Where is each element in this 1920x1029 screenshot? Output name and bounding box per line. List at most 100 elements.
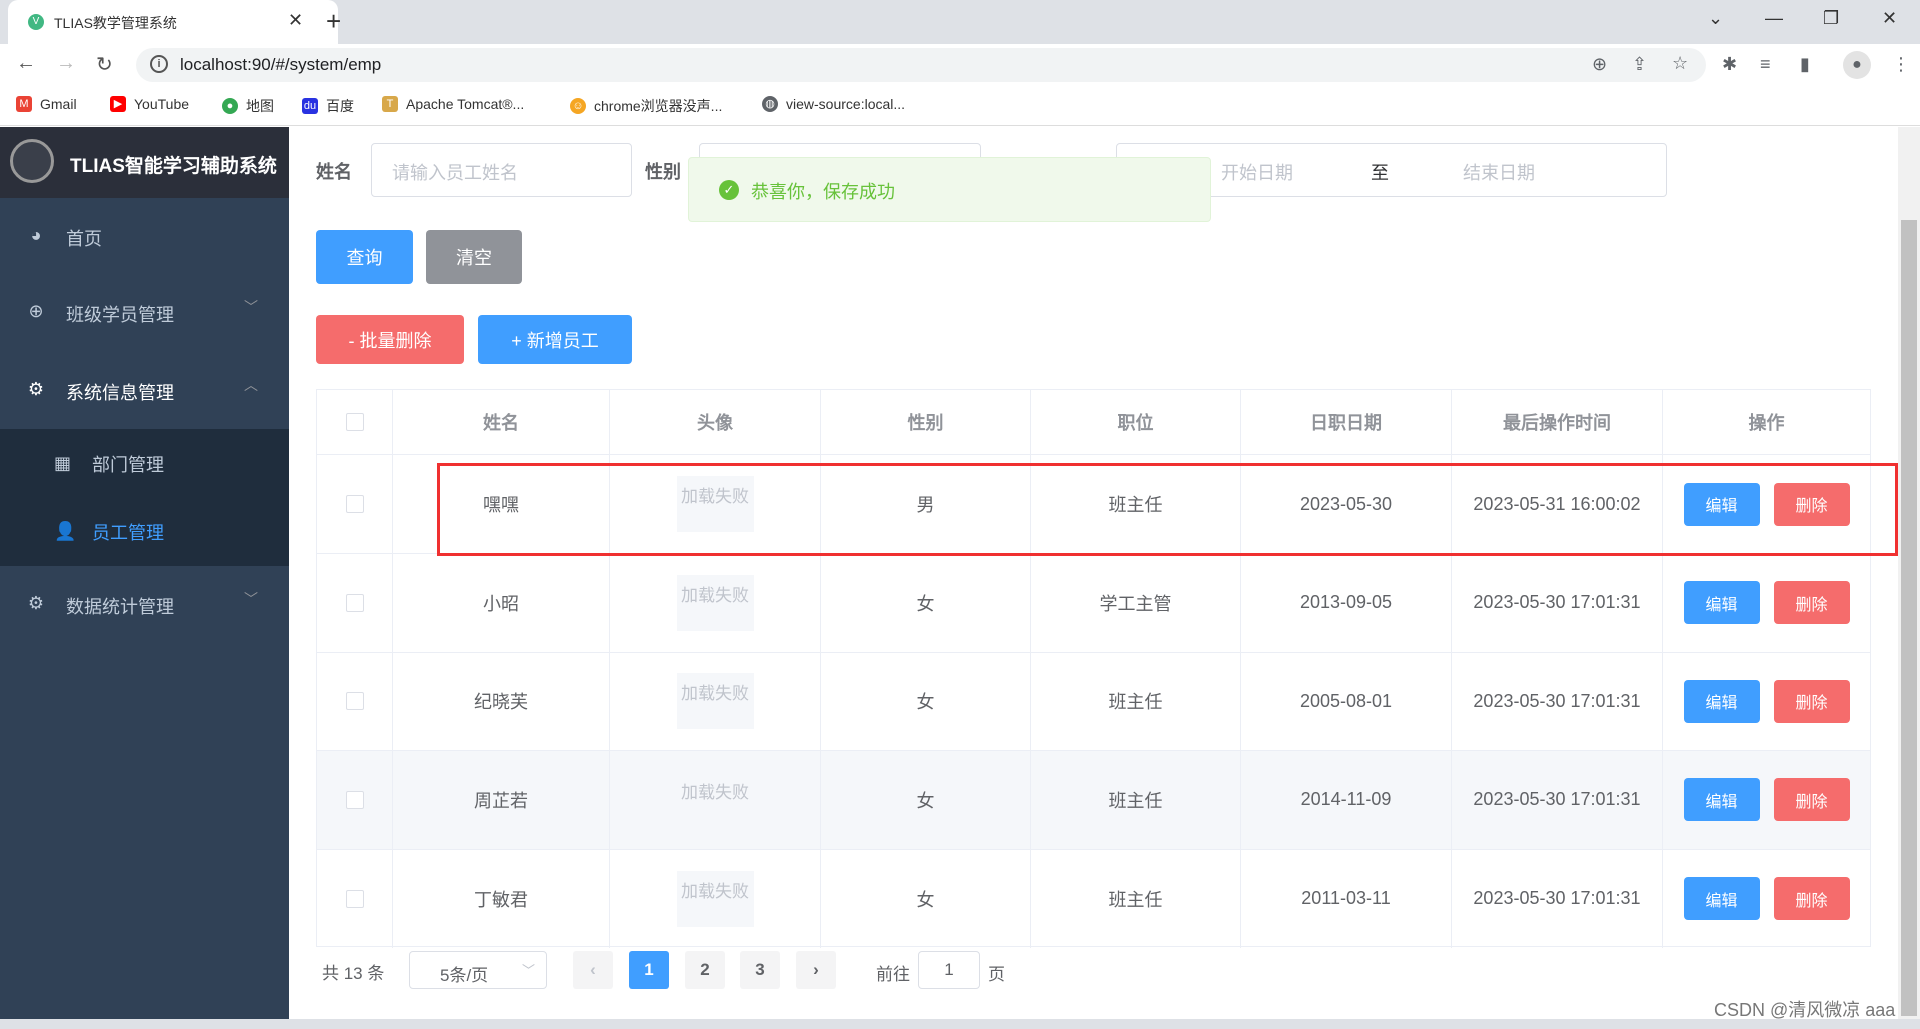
extensions-icon[interactable]: ✱: [1722, 54, 1737, 75]
chevron-up-icon: ︿: [244, 377, 258, 393]
header-cell: 职位: [1031, 390, 1241, 454]
end-date-input[interactable]: 结束日期: [1463, 159, 1535, 185]
page-2-button[interactable]: 2: [685, 951, 725, 989]
chrome-help-icon: ☺: [570, 98, 586, 114]
reload-icon[interactable]: ↻: [96, 52, 113, 77]
bookmark-label: YouTube: [134, 96, 190, 112]
page-3-button[interactable]: 3: [740, 951, 780, 989]
bookmark-youtube[interactable]: ▶ YouTube: [110, 96, 189, 112]
table-row: 小昭 加载失败 女学工主管 2013-09-05 2023-05-30 17:01:31…: [317, 553, 1870, 653]
edit-button[interactable]: 编辑: [1683, 778, 1760, 822]
start-date-input[interactable]: 开始日期: [1221, 159, 1293, 185]
cell-avatar: 加载失败: [610, 750, 821, 849]
youtube-icon: ▶: [110, 96, 126, 112]
row-checkbox[interactable]: [345, 692, 364, 711]
header-cell: 头像: [610, 390, 821, 454]
bookmark-view-source[interactable]: ◍ view-source:local...: [762, 96, 905, 112]
clear-button[interactable]: 清空: [426, 230, 522, 284]
header-cell: 姓名: [393, 390, 610, 454]
total-count: 共 13 条: [322, 964, 385, 983]
close-tab-icon[interactable]: ✕: [288, 10, 303, 31]
maximize-button[interactable]: ❐: [1823, 8, 1839, 29]
highlight-box: [437, 463, 1898, 556]
bookmark-star-icon[interactable]: ☆: [1672, 53, 1688, 74]
back-icon[interactable]: ←: [16, 52, 36, 75]
cell-actions: 编辑 删除: [1663, 751, 1870, 849]
sidebar-item-dept[interactable]: ▦ 部门管理: [0, 429, 289, 497]
delete-button[interactable]: 删除: [1773, 778, 1850, 822]
bookmark-label: 地图: [246, 98, 274, 114]
header-cell: 性别: [821, 390, 1031, 454]
select-all-checkbox[interactable]: [345, 413, 364, 431]
new-tab-button[interactable]: +: [326, 6, 341, 37]
row-checkbox[interactable]: [345, 593, 364, 612]
gender-label: 性别: [645, 162, 681, 182]
sidebar-item-label: 首页: [66, 229, 102, 249]
menu-kebab-icon[interactable]: ⋮: [1892, 54, 1910, 75]
cell-job: 班主任: [1031, 750, 1241, 849]
goto-page-input[interactable]: 1: [918, 951, 980, 989]
cell-job: 学工主管: [1031, 553, 1241, 652]
cell-entry-date: 2005-08-01: [1241, 652, 1452, 751]
delete-button[interactable]: 删除: [1773, 877, 1850, 921]
profile-avatar-icon[interactable]: ●: [1843, 51, 1871, 79]
forward-icon[interactable]: →: [56, 52, 76, 75]
page-size-select[interactable]: 5条/页 ﹀: [409, 951, 547, 989]
toast-message: 恭喜你，保存成功: [751, 182, 895, 202]
cell-actions: 编辑 删除: [1663, 554, 1870, 652]
next-page-button[interactable]: ›: [796, 951, 836, 989]
row-checkbox[interactable]: [345, 790, 364, 809]
chevron-down-icon: ﹀: [244, 299, 258, 315]
sidebar-item-home[interactable]: ◕ 首页: [0, 199, 289, 275]
bookmark-chrome-help[interactable]: ☺ chrome浏览器没声...: [570, 96, 722, 116]
site-info-icon[interactable]: i: [150, 55, 168, 73]
sidebar-item-system[interactable]: ⚙ 系统信息管理 ︿: [0, 353, 289, 429]
side-panel-icon[interactable]: ▮: [1800, 54, 1810, 75]
url-text: localhost:90/#/system/emp: [180, 55, 382, 74]
page-size-value: 5条/页: [440, 966, 489, 985]
logo-text: TLIAS智能学习辅助系统: [70, 156, 277, 177]
name-input[interactable]: 请输入员工姓名: [371, 143, 632, 197]
header-cell: 日职日期: [1241, 390, 1452, 454]
avatar-placeholder: 加载失败: [676, 870, 754, 927]
cell-avatar: 加载失败: [610, 553, 821, 652]
query-button[interactable]: 查询: [316, 230, 413, 284]
media-icon[interactable]: ≡: [1760, 54, 1771, 75]
minimize-button[interactable]: —: [1765, 8, 1783, 29]
zoom-icon[interactable]: ⊕: [1592, 54, 1607, 75]
row-checkbox[interactable]: [345, 889, 364, 908]
close-window-button[interactable]: ✕: [1882, 8, 1897, 29]
edit-button[interactable]: 编辑: [1683, 679, 1760, 723]
add-employee-button[interactable]: + 新增员工: [478, 315, 632, 364]
cell-entry-date: 2011-03-11: [1241, 849, 1452, 949]
page-1-button[interactable]: 1: [629, 951, 669, 989]
sidebar-item-class-student[interactable]: ⊕ 班级学员管理 ﹀: [0, 275, 289, 351]
bookmark-maps[interactable]: ● 地图: [222, 96, 274, 116]
table-row: 周芷若 加载失败 女班主任 2014-11-09 2023-05-30 17:01:31…: [317, 750, 1870, 850]
batch-delete-button[interactable]: - 批量删除: [316, 315, 464, 364]
sidebar-item-stats[interactable]: ⚙ 数据统计管理 ﹀: [0, 567, 289, 643]
scrollbar-thumb[interactable]: [1901, 220, 1917, 1016]
system-submenu: ▦ 部门管理 👤 员工管理: [0, 429, 289, 566]
sidebar-item-emp[interactable]: 👤 员工管理: [0, 497, 289, 565]
edit-button[interactable]: 编辑: [1683, 877, 1760, 921]
cell-name: 丁敏君: [393, 849, 610, 949]
share-icon[interactable]: ⇪: [1632, 54, 1647, 75]
delete-button[interactable]: 删除: [1773, 679, 1850, 723]
delete-button[interactable]: 删除: [1773, 581, 1850, 625]
name-placeholder: 请输入员工姓名: [392, 163, 518, 183]
row-checkbox[interactable]: [345, 495, 364, 513]
edit-button[interactable]: 编辑: [1683, 581, 1760, 625]
cell-actions: 编辑 删除: [1663, 849, 1870, 948]
checkbox-cell: [317, 553, 393, 652]
prev-page-button[interactable]: ‹: [573, 951, 613, 989]
bookmarks-bar: [0, 86, 1920, 126]
bookmark-gmail[interactable]: M Gmail: [16, 96, 77, 112]
avatar-placeholder: 加载失败: [676, 574, 754, 631]
bookmark-tomcat[interactable]: T Apache Tomcat®...: [382, 96, 524, 112]
bookmark-baidu[interactable]: du 百度: [302, 96, 354, 116]
browser-tab[interactable]: V TLIAS教学管理系统 ✕: [8, 0, 338, 44]
tab-search-icon[interactable]: ⌄: [1708, 8, 1723, 29]
address-bar[interactable]: i localhost:90/#/system/emp ⊕ ⇪ ☆: [136, 48, 1706, 82]
bookmark-label: chrome浏览器没声...: [594, 98, 723, 114]
